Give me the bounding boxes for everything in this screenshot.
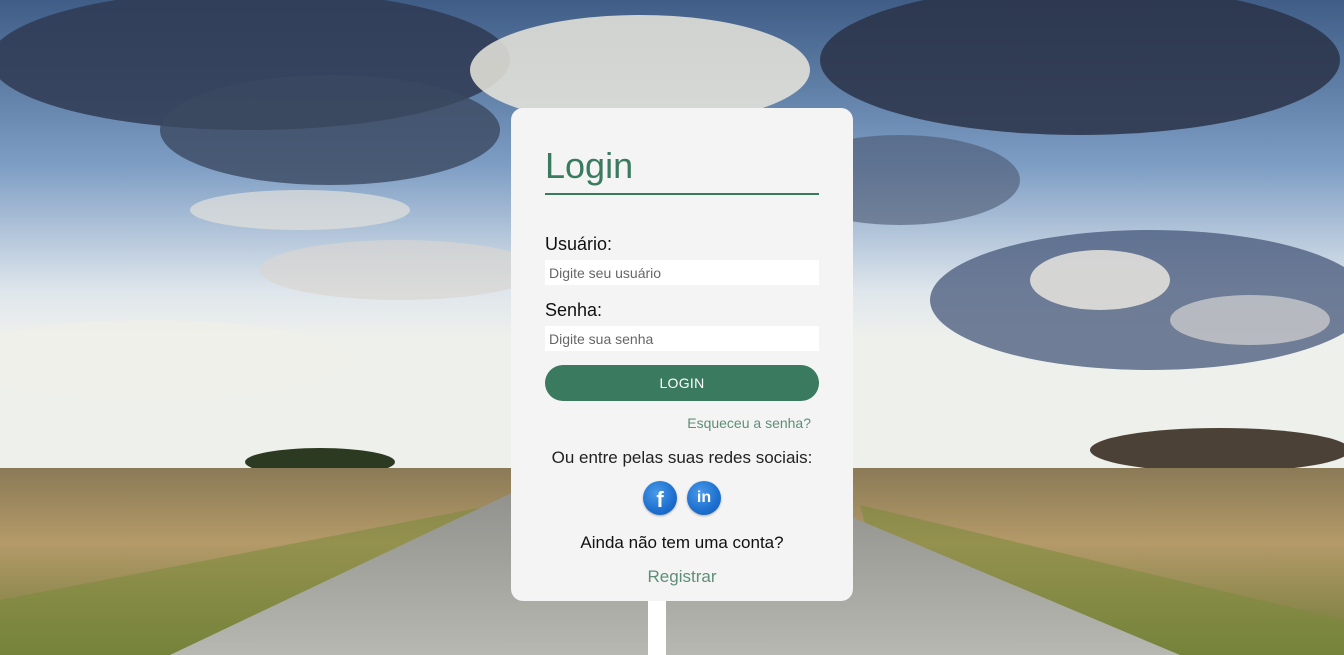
linkedin-glyph: in (696, 489, 712, 506)
username-label: Usuário: (545, 234, 613, 254)
username-input[interactable] (545, 260, 819, 285)
facebook-glyph: f (656, 487, 664, 512)
linkedin-icon[interactable]: in (687, 481, 721, 515)
password-input[interactable] (545, 326, 819, 351)
page-title: Login (545, 145, 634, 186)
password-label: Senha: (545, 300, 603, 320)
login-card: Login Usuário: Senha: LOGIN Esqueceu a s… (511, 108, 853, 601)
login-button[interactable]: LOGIN (545, 365, 819, 401)
title-underline (545, 193, 819, 195)
register-link[interactable]: Registrar (511, 567, 853, 587)
social-login-buttons: f in (511, 481, 853, 515)
forgot-password-link[interactable]: Esqueceu a senha? (687, 415, 811, 431)
no-account-text: Ainda não tem uma conta? (580, 533, 784, 552)
facebook-icon[interactable]: f (643, 481, 677, 515)
social-login-prompt: Ou entre pelas suas redes sociais: (551, 448, 813, 467)
